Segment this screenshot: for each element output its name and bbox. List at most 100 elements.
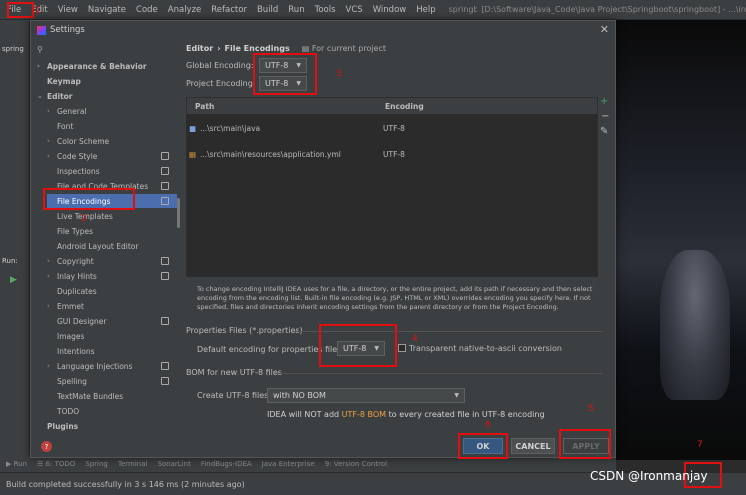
chevron-icon[interactable]: ›	[47, 152, 55, 160]
project-scope-icon	[161, 377, 169, 385]
run-icon[interactable]: ▶	[10, 275, 17, 285]
menu-tools[interactable]: Tools	[310, 5, 341, 15]
sidebar-item-spelling[interactable]: Spelling	[47, 374, 177, 388]
sidebar-item-images[interactable]: Images	[47, 329, 177, 343]
sidebar-item-label: General	[57, 106, 87, 116]
folder-icon: ■	[189, 123, 197, 133]
close-icon[interactable]: ✕	[600, 23, 609, 36]
sidebar-item-emmet[interactable]: › Emmet	[47, 299, 177, 313]
sidebar-item-label: Keymap	[47, 76, 81, 86]
toolwindow-sonarlint[interactable]: SonarLint	[157, 460, 190, 468]
annotation-box-apply	[559, 429, 611, 459]
sidebar-item-keymap[interactable]: Keymap	[37, 74, 177, 88]
sidebar-item-textmate-bundles[interactable]: TextMate Bundles	[47, 389, 177, 403]
sidebar-item-label: Inlay Hints	[57, 271, 97, 281]
table-row[interactable]: ▦ ...\src\main\resources\application.yml…	[187, 146, 597, 162]
sidebar-item-label: Inspections	[57, 166, 100, 176]
menu-help[interactable]: Help	[411, 5, 440, 15]
sidebar-item-label: Appearance & Behavior	[47, 61, 147, 71]
project-scope-icon	[161, 257, 169, 265]
sidebar-item-appearance-behavior[interactable]: › Appearance & Behavior	[37, 59, 177, 73]
sidebar-item-copyright[interactable]: › Copyright	[47, 254, 177, 268]
sidebar-item-inlay-hints[interactable]: › Inlay Hints	[47, 269, 177, 283]
sidebar-item-todo[interactable]: TODO	[47, 404, 177, 418]
toolwindow-java-enterprise[interactable]: Java Enterprise	[262, 460, 315, 468]
table-row[interactable]: ■ ...\src\main\java UTF-8	[187, 120, 597, 136]
breadcrumb-separator: ›	[217, 43, 221, 53]
chevron-icon[interactable]: ›	[47, 257, 55, 265]
sidebar-item-label: Color Scheme	[57, 136, 110, 146]
search-icon: ⚲	[37, 44, 43, 54]
edit-icon[interactable]: ✎	[600, 126, 608, 137]
sidebar-item-font[interactable]: Font	[47, 119, 177, 133]
sidebar-item-inspections[interactable]: Inspections	[47, 164, 177, 178]
bom-link[interactable]: UTF-8 BOM	[342, 410, 386, 419]
sidebar-item-language-injections[interactable]: › Language Injections	[47, 359, 177, 373]
sidebar-item-live-templates[interactable]: Live Templates	[47, 209, 177, 223]
for-current-project-note: ▤ For current project	[301, 43, 387, 53]
chevron-icon[interactable]: ›	[47, 272, 55, 280]
sidebar-item-gui-designer[interactable]: GUI Designer	[47, 314, 177, 328]
tree-scrollbar[interactable]	[177, 198, 180, 228]
sidebar-item-label: Android Layout Editor	[57, 241, 139, 251]
sidebar-item-plugins[interactable]: Plugins	[37, 419, 177, 433]
cancel-button[interactable]: CANCEL	[511, 438, 555, 454]
toolwindow-terminal[interactable]: Terminal	[118, 460, 148, 468]
menu-window[interactable]: Window	[368, 5, 412, 15]
menu-vcs[interactable]: VCS	[341, 5, 368, 15]
toolwindow-run[interactable]: ▶ Run	[6, 460, 27, 468]
menu-build[interactable]: Build	[252, 5, 283, 15]
project-tab-label[interactable]: spring	[2, 45, 24, 53]
project-encoding-label: Project Encoding:	[186, 79, 256, 88]
menu-refactor[interactable]: Refactor	[206, 5, 252, 15]
sidebar-item-code-style[interactable]: › Code Style	[47, 149, 177, 163]
column-encoding[interactable]: Encoding	[385, 102, 424, 111]
settings-search[interactable]: ⚲	[31, 41, 177, 57]
row-encoding: UTF-8	[383, 123, 405, 133]
native-to-ascii-checkbox[interactable]	[398, 344, 406, 352]
run-label: Run:	[2, 257, 18, 265]
menu-run[interactable]: Run	[283, 5, 309, 15]
sidebar-item-duplicates[interactable]: Duplicates	[47, 284, 177, 298]
chevron-icon[interactable]: ›	[47, 107, 55, 115]
annotation-2: 2	[81, 214, 87, 224]
project-scope-icon	[161, 167, 169, 175]
sidebar-item-android-layout-editor[interactable]: Android Layout Editor	[47, 239, 177, 253]
remove-icon[interactable]: −	[601, 111, 609, 122]
sidebar-item-intentions[interactable]: Intentions	[47, 344, 177, 358]
background-photo-figure	[660, 250, 730, 400]
sidebar-item-label: Images	[57, 331, 85, 341]
bom-select[interactable]: with NO BOM ▼	[267, 388, 465, 403]
sidebar-item-color-scheme[interactable]: › Color Scheme	[47, 134, 177, 148]
chevron-icon[interactable]: ›	[47, 302, 55, 310]
column-path[interactable]: Path	[195, 102, 214, 111]
toolwindow-findbugs[interactable]: FindBugs-IDEA	[201, 460, 252, 468]
menu-analyze[interactable]: Analyze	[163, 5, 207, 15]
menu-view[interactable]: View	[53, 5, 83, 15]
bom-divider	[277, 373, 603, 374]
chevron-icon[interactable]: ⌄	[37, 92, 45, 100]
add-icon[interactable]: +	[600, 96, 608, 107]
sidebar-item-general[interactable]: › General	[47, 104, 177, 118]
native-to-ascii-label[interactable]: Transparent native-to-ascii conversion	[409, 344, 562, 353]
menu-code[interactable]: Code	[131, 5, 163, 15]
chevron-icon[interactable]: ›	[47, 362, 55, 370]
encoding-table: Path Encoding ■ ...\src\main\java UTF-8 …	[186, 97, 598, 277]
toolwindow-spring[interactable]: Spring	[85, 460, 108, 468]
breadcrumb-parent: Editor	[186, 43, 214, 53]
encoding-help-note: To change encoding IntelliJ IDEA uses fo…	[197, 285, 593, 311]
chevron-icon[interactable]: ›	[37, 62, 45, 70]
project-scope-icon	[161, 362, 169, 370]
menu-navigate[interactable]: Navigate	[83, 5, 131, 15]
sidebar-item-label: TODO	[57, 406, 80, 416]
annotation-7: 7	[697, 440, 703, 450]
toolwindow-version-control[interactable]: 9: Version Control	[325, 460, 387, 468]
toolwindow-todo[interactable]: ☰ 6: TODO	[37, 460, 75, 468]
sidebar-item-file-types[interactable]: File Types	[47, 224, 177, 238]
annotation-box-encodings	[253, 53, 317, 95]
sidebar-item-editor[interactable]: ⌄ Editor	[37, 89, 177, 103]
watermark: CSDN @Ironmanjay	[590, 469, 708, 483]
sidebar-item-label: TextMate Bundles	[57, 391, 124, 401]
chevron-icon[interactable]: ›	[47, 137, 55, 145]
help-icon[interactable]: ?	[41, 441, 52, 452]
